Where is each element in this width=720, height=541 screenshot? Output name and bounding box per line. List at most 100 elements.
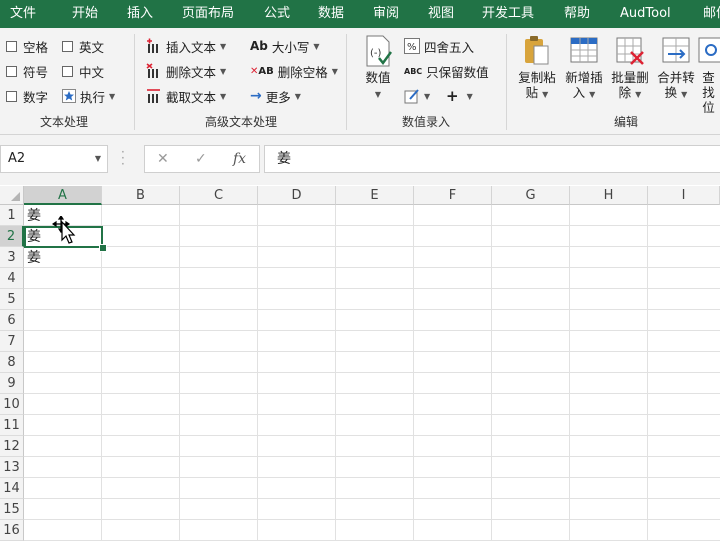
keep-value-button[interactable]: ABC 只保留数值 (404, 61, 489, 81)
row-header-14[interactable]: 14 (0, 478, 24, 499)
spreadsheet-grid[interactable]: A B C D E F G H I 1 2 3 4 5 6 7 8 9 10 11 12 13 14 15 16 姜姜姜 (0, 186, 720, 541)
column-gridline (569, 205, 570, 541)
group-separator (506, 34, 507, 130)
insert-text-button[interactable]: 插入文本 ▼ (146, 36, 226, 56)
tab-developer[interactable]: 开发工具 (482, 0, 534, 28)
case-icon: Ab (250, 39, 268, 53)
row-header-5[interactable]: 5 (0, 289, 24, 310)
row-header-8[interactable]: 8 (0, 352, 24, 373)
dropdown-arrow-icon: ▼ (542, 90, 549, 99)
round-button[interactable]: % 四舍五入 (404, 36, 474, 56)
row-header-11[interactable]: 11 (0, 415, 24, 436)
row-header-6[interactable]: 6 (0, 310, 24, 331)
copy-paste-button[interactable]: 复制粘贴 ▼ (514, 34, 560, 102)
row-gridline (24, 393, 720, 394)
formula-bar: A2 ▼ · · · ✕ ✓ fx 姜 (0, 135, 720, 185)
row-header-7[interactable]: 7 (0, 331, 24, 352)
round-percent-icon: % (404, 38, 420, 54)
add-button[interactable]: + ▼ (446, 86, 473, 106)
value-button[interactable]: (-) 数值 ▼ (358, 34, 398, 102)
checkbox-icon[interactable] (6, 40, 17, 52)
fill-handle[interactable] (99, 244, 107, 252)
name-box[interactable]: A2 ▼ (0, 145, 108, 173)
cancel-icon[interactable]: ✕ (157, 146, 169, 173)
row-gridline (24, 414, 720, 415)
merge-icon (662, 37, 690, 63)
tab-file[interactable]: 文件 (10, 0, 36, 28)
delete-text-button[interactable]: 删除文本 ▼ (146, 61, 226, 81)
row-header-2[interactable]: 2 (0, 226, 24, 247)
tab-insert[interactable]: 插入 (127, 0, 153, 28)
lookup-button[interactable]: 查找位 (697, 34, 720, 115)
value-icon: (-) (366, 35, 393, 67)
insert-function-icon[interactable]: fx (233, 146, 246, 173)
more-button[interactable]: → 更多 ▼ (250, 86, 301, 106)
column-gridline (335, 205, 336, 541)
row-gridline (24, 246, 720, 247)
execute-star-icon (62, 89, 76, 103)
tab-view[interactable]: 视图 (428, 0, 454, 28)
tab-formulas[interactable]: 公式 (264, 0, 290, 28)
checkbox-icon[interactable] (6, 90, 17, 102)
formula-input[interactable]: 姜 (264, 145, 720, 173)
move-cursor-icon (52, 216, 76, 244)
checkbox-icon[interactable] (62, 65, 73, 77)
tab-page-layout[interactable]: 页面布局 (182, 0, 234, 28)
checkbox-icon[interactable] (6, 65, 17, 77)
dropdown-arrow-icon: ▼ (294, 91, 301, 101)
edit-note-button[interactable]: ▼ (404, 86, 430, 106)
english-checkbox[interactable]: 英文 (62, 36, 104, 56)
case-button[interactable]: Ab 大小写 ▼ (250, 36, 320, 56)
column-gridline (413, 205, 414, 541)
formula-buttons: ✕ ✓ fx (144, 145, 260, 173)
edit-note-icon (404, 89, 419, 104)
extract-text-button[interactable]: 截取文本 ▼ (146, 86, 226, 106)
number-checkbox[interactable]: 数字 (6, 86, 48, 106)
row-header-15[interactable]: 15 (0, 499, 24, 520)
cell-A3[interactable]: 姜 (25, 248, 102, 268)
column-header-D[interactable]: D (258, 186, 336, 205)
new-insert-button[interactable]: 新增插入 ▼ (561, 34, 607, 102)
column-header-I[interactable]: I (648, 186, 720, 205)
row-gridline (24, 309, 720, 310)
column-header-F[interactable]: F (414, 186, 492, 205)
row-header-9[interactable]: 9 (0, 373, 24, 394)
row-header-12[interactable]: 12 (0, 436, 24, 457)
tab-review[interactable]: 审阅 (373, 0, 399, 28)
column-header-A[interactable]: A (24, 186, 102, 205)
row-header-3[interactable]: 3 (0, 247, 24, 268)
column-gridline (647, 205, 648, 541)
delete-space-button[interactable]: ✕AB 删除空格 ▼ (250, 61, 338, 81)
column-header-B[interactable]: B (102, 186, 180, 205)
row-gridline (24, 435, 720, 436)
row-header-1[interactable]: 1 (0, 205, 24, 226)
column-header-G[interactable]: G (492, 186, 570, 205)
group-label-text-processing: 文本处理 (39, 115, 88, 129)
tab-home[interactable]: 开始 (72, 0, 98, 28)
drag-handle-icon[interactable]: · · · (121, 146, 125, 170)
tab-help[interactable]: 帮助 (564, 0, 590, 28)
svg-text:(-): (-) (370, 48, 382, 59)
row-header-13[interactable]: 13 (0, 457, 24, 478)
row-header-16[interactable]: 16 (0, 520, 24, 541)
tab-mail[interactable]: 邮件 (703, 0, 720, 28)
checkbox-icon[interactable] (62, 40, 73, 52)
row-header-10[interactable]: 10 (0, 394, 24, 415)
execute-button[interactable]: 执行 ▼ (62, 86, 115, 106)
chinese-checkbox[interactable]: 中文 (62, 61, 104, 81)
merge-convert-button[interactable]: 合并转换 ▼ (653, 34, 699, 102)
row-header-4[interactable]: 4 (0, 268, 24, 289)
tab-data[interactable]: 数据 (318, 0, 344, 28)
check-icon[interactable]: ✓ (195, 146, 207, 173)
dropdown-arrow-icon: ▼ (109, 91, 116, 101)
column-header-E[interactable]: E (336, 186, 414, 205)
row-gridline (24, 498, 720, 499)
select-all-button[interactable] (0, 186, 24, 205)
symbol-checkbox[interactable]: 符号 (6, 61, 48, 81)
column-header-C[interactable]: C (180, 186, 258, 205)
column-header-H[interactable]: H (570, 186, 648, 205)
batch-delete-button[interactable]: 批量删除 ▼ (607, 34, 653, 102)
tab-audtool[interactable]: AudTool (620, 0, 671, 28)
chevron-down-icon[interactable]: ▼ (95, 146, 101, 172)
space-checkbox[interactable]: 空格 (6, 36, 48, 56)
